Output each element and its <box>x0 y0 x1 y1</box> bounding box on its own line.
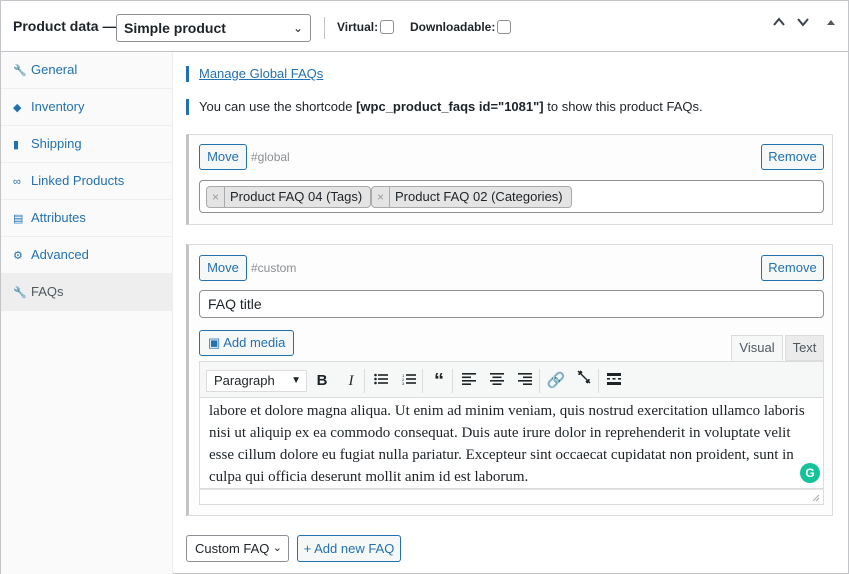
shortcode-prefix: You can use the shortcode <box>199 99 357 114</box>
align-left-icon[interactable] <box>456 368 482 394</box>
shortcode-suffix: to show this product FAQs. <box>543 99 703 114</box>
toolbar-divider <box>422 369 423 393</box>
media-icon: ▣ <box>208 335 221 350</box>
panel-title: Product data — <box>13 18 117 34</box>
truck-icon: ▮ <box>13 139 20 151</box>
italic-icon[interactable]: I <box>338 368 364 394</box>
toolbar-divider <box>598 369 599 393</box>
chevron-down-icon: ⌄ <box>272 542 282 554</box>
manage-global-faqs-link[interactable]: Manage Global FAQs <box>199 66 323 81</box>
grammarly-icon[interactable]: G <box>800 463 820 483</box>
product-data-tabs: 🔧 General ◆ Inventory ▮ Shipping ∞ Linked Pr… <box>1 52 173 574</box>
wrench-icon: 🔧 <box>13 65 27 77</box>
remove-tag-icon[interactable]: × <box>207 187 225 207</box>
shortcode-notice: You can use the shortcode [wpc_product_f… <box>186 99 826 115</box>
bullet-list-icon[interactable] <box>368 368 394 394</box>
virtual-checkbox[interactable] <box>380 20 395 34</box>
bold-icon[interactable]: B <box>309 368 335 394</box>
sidebar-item-label: Inventory <box>31 99 85 114</box>
manage-notice: Manage Global FAQs <box>186 66 826 82</box>
product-type-value: Simple product <box>124 20 226 36</box>
remove-tag-icon[interactable]: × <box>372 187 390 207</box>
align-center-icon[interactable] <box>484 368 510 394</box>
sidebar-item-linked-products[interactable]: ∞ Linked Products <box>1 163 172 200</box>
faq-item-global: Move #global Remove × Product FAQ 04 (Tag… <box>186 134 833 225</box>
faq-type-hash: #custom <box>251 261 297 275</box>
tag-label: Product FAQ 04 (Tags) <box>230 189 363 204</box>
add-new-faq-button[interactable]: + Add new FAQ <box>297 535 401 562</box>
sidebar-item-advanced[interactable]: ⚙ Advanced <box>1 237 172 274</box>
sidebar-item-general[interactable]: 🔧 General <box>1 52 172 89</box>
downloadable-checkbox[interactable] <box>497 20 512 34</box>
chevron-up-icon[interactable] <box>772 15 786 34</box>
tag-item: × Product FAQ 04 (Tags) <box>206 186 372 208</box>
unlink-icon[interactable] <box>571 368 597 394</box>
sidebar-item-label: Shipping <box>31 136 82 151</box>
sidebar-item-label: Advanced <box>31 247 89 262</box>
faq-type-value: Custom FAQ <box>195 541 270 556</box>
format-select-value: Paragraph <box>214 373 275 388</box>
svg-text:3: 3 <box>402 381 405 385</box>
wrench-icon: 🔧 <box>13 287 27 299</box>
editor-resize-bar <box>199 489 824 505</box>
product-data-panel: Product data — Simple product ⌄ Virtual:… <box>0 0 849 574</box>
sidebar-item-attributes[interactable]: ▤ Attributes <box>1 200 172 237</box>
add-media-button[interactable]: ▣ Add media <box>199 330 294 356</box>
sidebar-item-label: FAQs <box>31 284 64 299</box>
tag-label: Product FAQ 02 (Categories) <box>395 189 563 204</box>
tag-item: × Product FAQ 02 (Categories) <box>371 186 572 208</box>
gear-icon: ⚙ <box>13 250 23 262</box>
downloadable-label: Downloadable: <box>410 20 496 34</box>
caret-down-icon: ▼ <box>291 375 301 386</box>
panel-header: Product data — Simple product ⌄ Virtual:… <box>1 1 848 52</box>
faq-item-custom: Move #custom Remove FAQ title ▣ Add medi… <box>186 244 833 516</box>
shortcode-value: [wpc_product_faqs id="1081"] <box>356 99 544 114</box>
toolbar-divider <box>364 369 365 393</box>
tab-visual[interactable]: Visual <box>731 335 783 361</box>
link-icon[interactable]: 🔗 <box>543 368 569 394</box>
faq-panel: Manage Global FAQs You can use the short… <box>173 52 848 574</box>
faq-type-hash: #global <box>251 150 290 164</box>
editor-toolbar: Paragraph ▼ B I 123 “ 🔗 <box>199 361 824 398</box>
sidebar-item-faqs[interactable]: 🔧 FAQs <box>1 274 172 311</box>
resize-handle-icon[interactable] <box>811 493 820 502</box>
sidebar-item-inventory[interactable]: ◆ Inventory <box>1 89 172 126</box>
move-button[interactable]: Move <box>199 144 247 170</box>
link-icon: ∞ <box>13 176 21 188</box>
virtual-option[interactable]: Virtual: <box>337 20 395 34</box>
faq-content-editor[interactable]: labore et dolore magna aliqua. Ut enim a… <box>199 398 824 489</box>
product-type-select[interactable]: Simple product ⌄ <box>116 14 311 42</box>
move-button[interactable]: Move <box>199 255 247 281</box>
format-select[interactable]: Paragraph ▼ <box>206 370 307 392</box>
downloadable-option[interactable]: Downloadable: <box>410 20 512 34</box>
list-icon: ▤ <box>13 213 24 225</box>
collapse-toggle-icon[interactable] <box>825 15 837 33</box>
tab-text[interactable]: Text <box>785 335 824 361</box>
divider <box>324 17 325 39</box>
remove-button[interactable]: Remove <box>761 144 824 170</box>
tag-icon: ◆ <box>13 102 22 114</box>
blockquote-icon[interactable]: “ <box>426 368 452 394</box>
chevron-down-icon: ⌄ <box>292 21 303 35</box>
remove-button[interactable]: Remove <box>761 255 824 281</box>
chevron-down-icon[interactable] <box>796 15 810 34</box>
sidebar-item-shipping[interactable]: ▮ Shipping <box>1 126 172 163</box>
faq-title-input[interactable]: FAQ title <box>199 290 824 318</box>
virtual-label: Virtual: <box>337 20 379 34</box>
sidebar-item-label: Linked Products <box>31 173 125 188</box>
faq-type-select[interactable]: Custom FAQ ⌄ <box>186 535 289 562</box>
numbered-list-icon[interactable]: 123 <box>396 368 422 394</box>
toolbar-divider <box>539 369 540 393</box>
global-faq-tags[interactable]: × Product FAQ 04 (Tags) × Product FAQ 02 (… <box>199 180 824 213</box>
add-media-label: Add media <box>223 335 286 350</box>
sidebar-item-label: Attributes <box>31 210 86 225</box>
toolbar-divider <box>452 369 453 393</box>
sidebar-item-label: General <box>31 62 78 77</box>
read-more-icon[interactable] <box>601 368 627 394</box>
align-right-icon[interactable] <box>512 368 538 394</box>
